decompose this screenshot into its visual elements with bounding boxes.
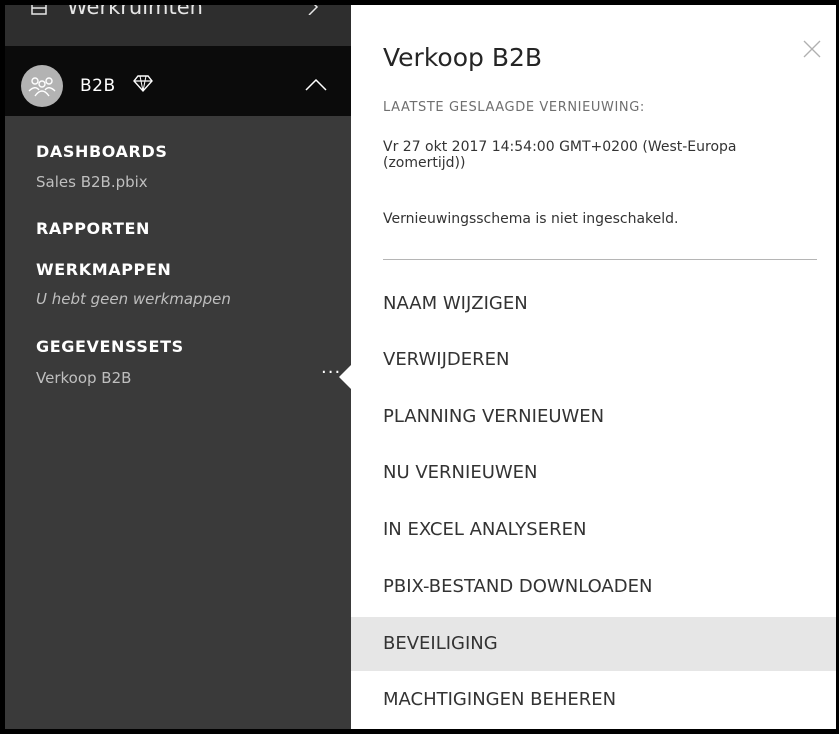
menu-item-rename[interactable]: NAAM WIJZIGEN <box>351 277 836 331</box>
diamond-icon <box>133 75 153 93</box>
dataset-flyout: Verkoop B2B LAATSTE GESLAAGDE VERNIEUWIN… <box>351 5 836 729</box>
last-refresh-label: LAATSTE GESLAAGDE VERNIEUWING: <box>383 100 645 115</box>
dashboard-item[interactable]: Sales B2B.pbix <box>36 173 148 191</box>
dataset-item[interactable]: Verkoop B2B <box>36 369 131 387</box>
group-header[interactable]: B2B <box>5 46 351 116</box>
chevron-up-icon[interactable] <box>305 79 327 91</box>
workspaces-icon <box>31 5 47 15</box>
menu-item-delete[interactable]: VERWIJDEREN <box>351 333 836 387</box>
workbooks-empty-text: U hebt geen werkmappen <box>36 290 231 308</box>
sidebar: Werkruimten B2B DASHBOARDS Sales B2B.pbi… <box>5 5 351 729</box>
flyout-pointer <box>339 365 351 389</box>
divider <box>383 259 817 260</box>
menu-item-security[interactable]: BEVEILIGING <box>351 617 836 671</box>
menu-item-manage-permissions[interactable]: MACHTIGINGEN BEHEREN <box>351 673 836 727</box>
menu-item-analyze-in-excel[interactable]: IN EXCEL ANALYSEREN <box>351 503 836 557</box>
workspaces-nav[interactable]: Werkruimten <box>5 5 351 46</box>
app-frame: Werkruimten B2B DASHBOARDS Sales B2B.pbi… <box>0 0 839 734</box>
menu-item-refresh-now[interactable]: NU VERNIEUWEN <box>351 446 836 500</box>
last-refresh-value: Vr 27 okt 2017 14:54:00 GMT+0200 (West-E… <box>383 139 737 171</box>
section-datasets[interactable]: GEGEVENSSETS <box>36 337 184 356</box>
section-reports[interactable]: RAPPORTEN <box>36 219 150 238</box>
workspaces-label: Werkruimten <box>67 0 203 19</box>
group-people-icon <box>28 77 56 97</box>
section-dashboards[interactable]: DASHBOARDS <box>36 142 167 161</box>
menu-item-schedule-refresh[interactable]: PLANNING VERNIEUWEN <box>351 390 836 444</box>
chevron-right-icon <box>308 5 319 15</box>
close-icon[interactable] <box>803 40 821 58</box>
group-name: B2B <box>80 76 116 96</box>
refresh-schedule-status: Vernieuwingsschema is niet ingeschakeld. <box>383 211 679 227</box>
panel-title: Verkoop B2B <box>383 43 543 72</box>
menu-item-download-pbix[interactable]: PBIX-BESTAND DOWNLOADEN <box>351 560 836 614</box>
section-workbooks[interactable]: WERKMAPPEN <box>36 260 171 279</box>
group-avatar <box>21 65 63 107</box>
